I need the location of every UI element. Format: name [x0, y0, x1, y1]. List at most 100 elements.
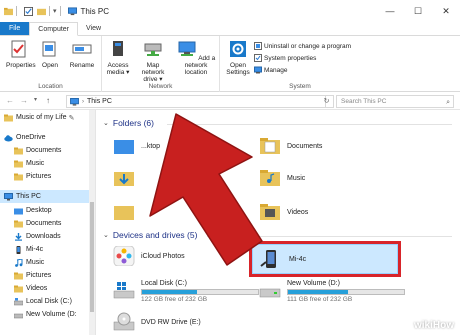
folder-desktop[interactable]: ...ktop — [113, 136, 160, 156]
quick-access-separator — [16, 6, 17, 16]
download-icon — [15, 232, 22, 241]
drive-local-disk-c[interactable]: Local Disk (C:) 122 GB free of 232 GB — [113, 280, 259, 303]
forward-button[interactable]: → — [20, 96, 28, 105]
nav-item-onedrive-music[interactable]: Music — [14, 157, 95, 170]
folder-icon — [14, 160, 23, 167]
address-field[interactable]: › This PC — [66, 95, 326, 108]
access-media-button[interactable]: Access media ▾ — [104, 40, 132, 76]
folder-icon — [14, 272, 23, 279]
nav-item-desktop[interactable]: Desktop — [14, 204, 95, 217]
drive-icon — [14, 297, 23, 305]
folders-section-header[interactable]: ⌄ Folders (6) — [103, 118, 154, 128]
search-input[interactable]: Search This PC ⌕ — [336, 95, 454, 108]
nav-item-onedrive-pictures[interactable]: Pictures — [14, 170, 95, 183]
properties-button[interactable]: Properties — [6, 40, 36, 69]
nav-item-this-pc[interactable]: This PC — [0, 190, 90, 203]
folder-icon — [14, 173, 23, 180]
folder-music[interactable]: Music — [259, 168, 305, 188]
quick-access-separator — [49, 6, 50, 16]
nav-item-documents[interactable]: Documents — [14, 217, 95, 230]
dvd-icon — [113, 312, 135, 331]
back-button[interactable]: ← — [6, 96, 14, 105]
media-server-icon — [113, 41, 123, 56]
nav-item-new-volume-d[interactable]: New Volume (D: — [14, 308, 95, 321]
chevron-down-icon: ⌄ — [103, 120, 109, 127]
address-bar-row: ← → ▾ ↑ › This PC ↻ Search This PC ⌕ — [0, 92, 460, 110]
close-button[interactable]: ✕ — [432, 0, 460, 22]
drive-usage-fill — [142, 290, 197, 294]
folder-icon — [4, 114, 13, 121]
folder-downloads[interactable] — [113, 168, 141, 188]
uninstall-program-button[interactable]: Uninstall or change a program — [254, 42, 351, 50]
nav-item-pictures[interactable]: Pictures — [14, 269, 95, 282]
nav-item-videos[interactable]: Videos — [14, 282, 95, 295]
nav-item-mi-4c[interactable]: Mi-4c — [14, 243, 95, 256]
window-title: This PC — [80, 6, 109, 16]
nav-scrollbar-thumb[interactable] — [90, 202, 94, 312]
downloads-folder-icon — [114, 172, 134, 186]
ribbon-group-label: System — [289, 83, 311, 90]
chevron-down-icon: ⌄ — [103, 232, 109, 239]
new-folder-icon[interactable] — [37, 7, 46, 16]
drive-dvd-rw-e[interactable]: DVD RW Drive (E:) — [113, 312, 201, 332]
breadcrumb-this-pc[interactable]: This PC — [87, 98, 112, 105]
quick-access-dropdown[interactable]: ▾ — [53, 7, 57, 15]
open-settings-button[interactable]: Open Settings — [224, 40, 252, 76]
nav-scrollbar[interactable] — [89, 110, 95, 335]
section-divider — [167, 124, 452, 125]
network-drive-icon — [144, 43, 162, 56]
map-network-drive-button[interactable]: Map network drive ▾ — [136, 40, 170, 83]
folder-icon — [14, 147, 23, 154]
minimize-button[interactable]: — — [376, 0, 404, 22]
nav-item-downloads[interactable]: Downloads — [14, 230, 95, 243]
computer-icon — [4, 192, 13, 200]
computer-icon — [70, 97, 79, 106]
folder-pictures[interactable] — [113, 202, 141, 222]
nav-item-onedrive[interactable]: OneDrive — [4, 131, 94, 144]
nav-item-music[interactable]: Music — [14, 256, 95, 269]
folder-icon — [114, 140, 134, 154]
nav-item-local-disk-c[interactable]: Local Disk (C:) — [14, 295, 95, 308]
drive-new-volume-d[interactable]: New Volume (D:) 111 GB free of 232 GB — [259, 280, 405, 303]
pin-icon: ✎ — [68, 114, 75, 122]
uninstall-icon — [254, 42, 262, 50]
system-properties-button[interactable]: System properties — [254, 54, 316, 62]
content-pane: ⌄ Folders (6) ...ktop Documents Music Vi… — [97, 110, 460, 335]
search-icon: ⌕ — [446, 99, 450, 106]
music-icon — [15, 258, 23, 267]
drive-icon — [259, 288, 281, 298]
tab-computer[interactable]: Computer — [29, 22, 79, 36]
refresh-button[interactable]: ↻ — [320, 95, 334, 108]
ribbon-group-label: Network — [148, 83, 173, 90]
tab-view[interactable]: View — [78, 22, 109, 35]
device-mi-4c-selected[interactable]: Mi-4c — [249, 241, 401, 277]
computer-icon — [67, 6, 77, 15]
properties-check-icon[interactable] — [24, 6, 33, 16]
maximize-button[interactable]: ☐ — [404, 0, 432, 22]
up-button[interactable]: ↑ — [46, 96, 50, 105]
open-icon — [42, 41, 56, 57]
folder-videos[interactable]: Videos — [259, 202, 308, 222]
breadcrumb-chevron-icon[interactable]: › — [82, 99, 84, 105]
nav-item-music-of-my-life[interactable]: Music of my Life ✎ — [4, 111, 94, 124]
add-network-location-button[interactable]: Add a network location — [174, 40, 218, 76]
pictures-folder-icon — [114, 206, 134, 220]
folder-icon — [14, 208, 23, 214]
folder-documents[interactable]: Documents — [259, 136, 322, 156]
rename-button[interactable]: Rename — [68, 40, 96, 69]
navigation-pane: Music of my Life ✎ OneDrive Documents Mu… — [0, 110, 96, 335]
nav-item-onedrive-documents[interactable]: Documents — [14, 144, 95, 157]
recent-locations-button[interactable]: ▾ — [34, 96, 37, 103]
ribbon-group-location: Properties Open Rename Location — [0, 36, 102, 92]
gear-icon — [230, 41, 246, 57]
manage-button[interactable]: Manage — [254, 66, 288, 74]
folder-icon[interactable] — [4, 7, 13, 16]
ribbon: Properties Open Rename Location Access m… — [0, 36, 460, 92]
music-folder-icon — [260, 170, 280, 186]
open-button[interactable]: Open — [40, 40, 60, 69]
phone-icon — [16, 245, 21, 254]
device-icloud-photos[interactable]: iCloud Photos — [113, 246, 185, 266]
devices-section-header[interactable]: ⌄ Devices and drives (5) — [103, 230, 197, 240]
tab-file[interactable]: File — [0, 22, 30, 35]
documents-folder-icon — [260, 138, 280, 154]
